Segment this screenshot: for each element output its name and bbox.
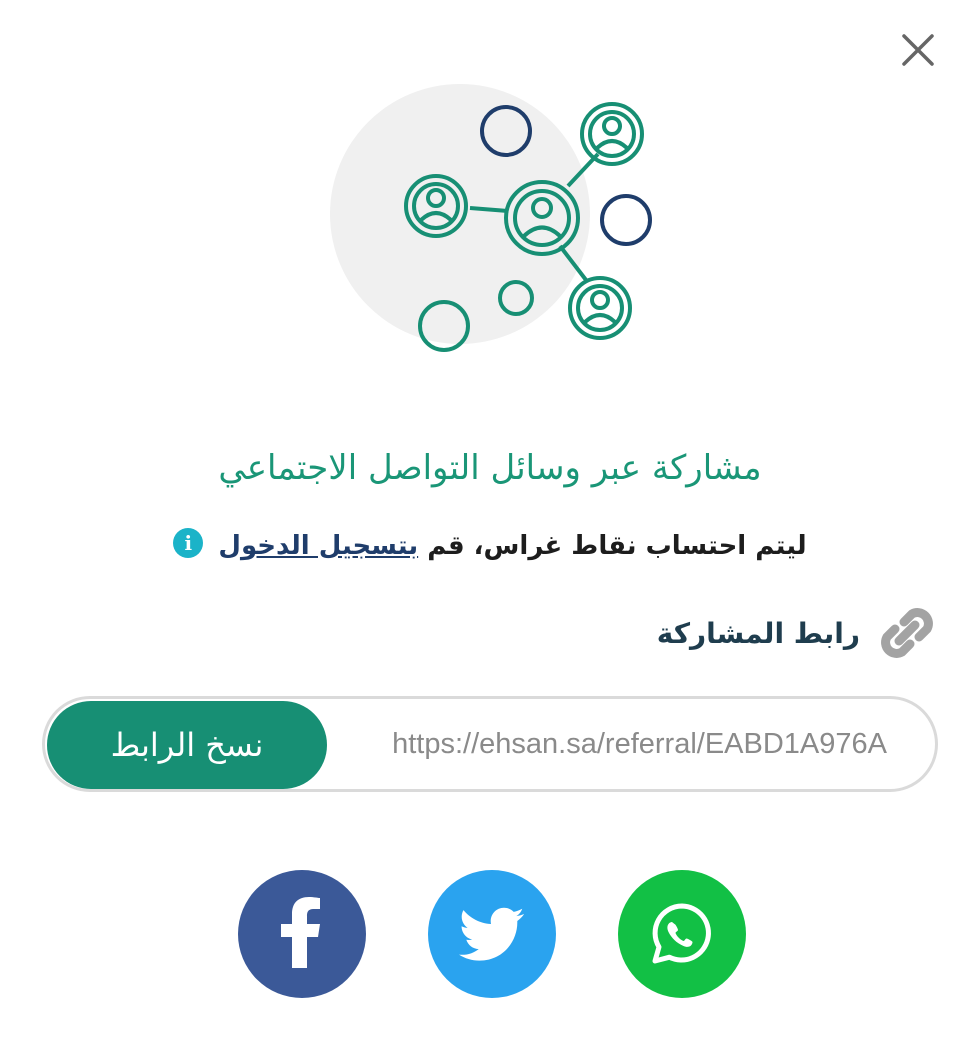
close-button[interactable] [896,28,940,72]
login-link[interactable]: بتسجيل الدخول [218,531,418,561]
share-link-label: رابط المشاركة [656,616,860,650]
facebook-icon [281,897,320,968]
copy-link-button[interactable]: نسخ الرابط [47,701,327,789]
login-note-text: ليتم احتساب نقاط غراس، قم [418,531,807,561]
login-note: ليتم احتساب نقاط غراس، قم بتسجيل الدخول … [0,528,980,561]
whatsapp-share-button[interactable] [618,870,746,998]
twitter-icon [459,907,524,961]
social-network-illustration [320,70,680,370]
twitter-share-button[interactable] [428,870,556,998]
share-link-header: رابط المشاركة [657,600,940,666]
close-icon [902,34,934,66]
link-icon [874,600,940,666]
share-url-text[interactable]: https://ehsan.sa/referral/EABD1A976A [341,699,887,789]
dialog-title: مشاركة عبر وسائل التواصل الاجتماعي [218,448,762,488]
share-url-field[interactable]: https://ehsan.sa/referral/EABD1A976A نسخ… [42,696,938,792]
whatsapp-icon [652,903,711,964]
info-icon[interactable]: i [173,528,204,558]
facebook-share-button[interactable] [238,870,366,998]
